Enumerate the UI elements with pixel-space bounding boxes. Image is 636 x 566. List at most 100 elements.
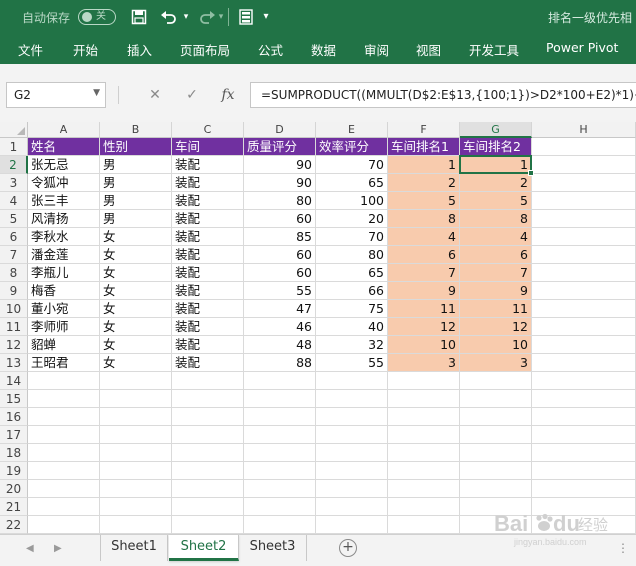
row-header-20[interactable]: 20 [0,480,28,498]
cell-f21[interactable] [388,498,460,516]
cell-h16[interactable] [532,408,636,426]
cell-e21[interactable] [316,498,388,516]
cell-e7[interactable]: 80 [316,246,388,264]
cell-f8[interactable]: 7 [388,264,460,282]
fill-handle[interactable] [528,170,534,176]
row-header-10[interactable]: 10 [0,300,28,318]
cell-h14[interactable] [532,372,636,390]
cell-g18[interactable] [460,444,532,462]
row-header-2[interactable]: 2 [0,156,28,174]
cell-h13[interactable] [532,354,636,372]
row-header-22[interactable]: 22 [0,516,28,534]
cell-g7[interactable]: 6 [460,246,532,264]
cell-f15[interactable] [388,390,460,408]
cell-f3[interactable]: 2 [388,174,460,192]
cell-c4[interactable]: 装配 [172,192,244,210]
name-box-dropdown-icon[interactable]: ▼ [93,88,100,98]
cell-h1[interactable] [532,138,636,156]
cell-d18[interactable] [244,444,316,462]
cell-a18[interactable] [28,444,100,462]
cell-f16[interactable] [388,408,460,426]
cell-f10[interactable]: 11 [388,300,460,318]
undo-dropdown-icon[interactable]: ▾ [180,6,192,28]
cell-f5[interactable]: 8 [388,210,460,228]
cell-h21[interactable] [532,498,636,516]
row-header-17[interactable]: 17 [0,426,28,444]
cell-f9[interactable]: 9 [388,282,460,300]
cell-e19[interactable] [316,462,388,480]
cell-a20[interactable] [28,480,100,498]
cell-d17[interactable] [244,426,316,444]
cell-b8[interactable]: 女 [100,264,172,282]
cell-e2[interactable]: 70 [316,156,388,174]
cell-f17[interactable] [388,426,460,444]
cell-g1[interactable]: 车间排名2 [460,138,532,156]
row-header-1[interactable]: 1 [0,138,28,156]
cell-f1[interactable]: 车间排名1 [388,138,460,156]
cell-g20[interactable] [460,480,532,498]
cell-a11[interactable]: 李师师 [28,318,100,336]
cell-h12[interactable] [532,336,636,354]
cell-a8[interactable]: 李瓶儿 [28,264,100,282]
cell-b16[interactable] [100,408,172,426]
cell-g9[interactable]: 9 [460,282,532,300]
cell-d4[interactable]: 80 [244,192,316,210]
cell-b13[interactable]: 女 [100,354,172,372]
cell-a21[interactable] [28,498,100,516]
cell-d12[interactable]: 48 [244,336,316,354]
save-icon[interactable] [128,6,150,28]
cell-f18[interactable] [388,444,460,462]
column-header-g[interactable]: G [460,122,532,138]
cell-c14[interactable] [172,372,244,390]
redo-icon[interactable] [196,6,218,28]
cell-b2[interactable]: 男 [100,156,172,174]
cell-b12[interactable]: 女 [100,336,172,354]
cell-g17[interactable] [460,426,532,444]
cell-g8[interactable]: 7 [460,264,532,282]
row-header-6[interactable]: 6 [0,228,28,246]
cell-d10[interactable]: 47 [244,300,316,318]
column-header-f[interactable]: F [388,122,460,138]
cell-f19[interactable] [388,462,460,480]
cell-b19[interactable] [100,462,172,480]
cell-b11[interactable]: 女 [100,318,172,336]
cell-e8[interactable]: 65 [316,264,388,282]
cell-g15[interactable] [460,390,532,408]
spreadsheet-grid[interactable]: A B C D E F G H 1 姓名 性别 车间 质量评分 效率评分 车间排名1 车间排名2 2 张无忌男装配… [0,122,636,534]
cell-c2[interactable]: 装配 [172,156,244,174]
cell-e11[interactable]: 40 [316,318,388,336]
cell-b5[interactable]: 男 [100,210,172,228]
cell-g3[interactable]: 2 [460,174,532,192]
cell-b7[interactable]: 女 [100,246,172,264]
cell-b18[interactable] [100,444,172,462]
cell-c6[interactable]: 装配 [172,228,244,246]
cell-a5[interactable]: 风清扬 [28,210,100,228]
cell-d2[interactable]: 90 [244,156,316,174]
cell-f20[interactable] [388,480,460,498]
cell-h5[interactable] [532,210,636,228]
undo-icon[interactable] [158,6,180,28]
cell-a3[interactable]: 令狐冲 [28,174,100,192]
cell-h2[interactable] [532,156,636,174]
cell-d3[interactable]: 90 [244,174,316,192]
tab-insert[interactable]: 插入 [127,40,152,59]
column-header-d[interactable]: D [244,122,316,138]
autosave-toggle[interactable]: 关 [78,9,116,25]
scroll-tabs-left-icon[interactable]: ◀ [26,543,34,554]
select-all-corner[interactable] [0,122,28,138]
cell-h8[interactable] [532,264,636,282]
redo-dropdown-icon[interactable]: ▾ [216,6,226,28]
cell-b21[interactable] [100,498,172,516]
sheet-tab-sheet3[interactable]: Sheet3 [239,535,307,561]
cell-h20[interactable] [532,480,636,498]
row-header-15[interactable]: 15 [0,390,28,408]
cell-f2[interactable]: 1 [388,156,460,174]
cell-d13[interactable]: 88 [244,354,316,372]
tab-file[interactable]: 文件 [18,40,43,59]
cell-a19[interactable] [28,462,100,480]
column-header-h[interactable]: H [532,122,636,138]
cell-e5[interactable]: 20 [316,210,388,228]
cell-a10[interactable]: 董小宛 [28,300,100,318]
row-header-16[interactable]: 16 [0,408,28,426]
cell-b14[interactable] [100,372,172,390]
